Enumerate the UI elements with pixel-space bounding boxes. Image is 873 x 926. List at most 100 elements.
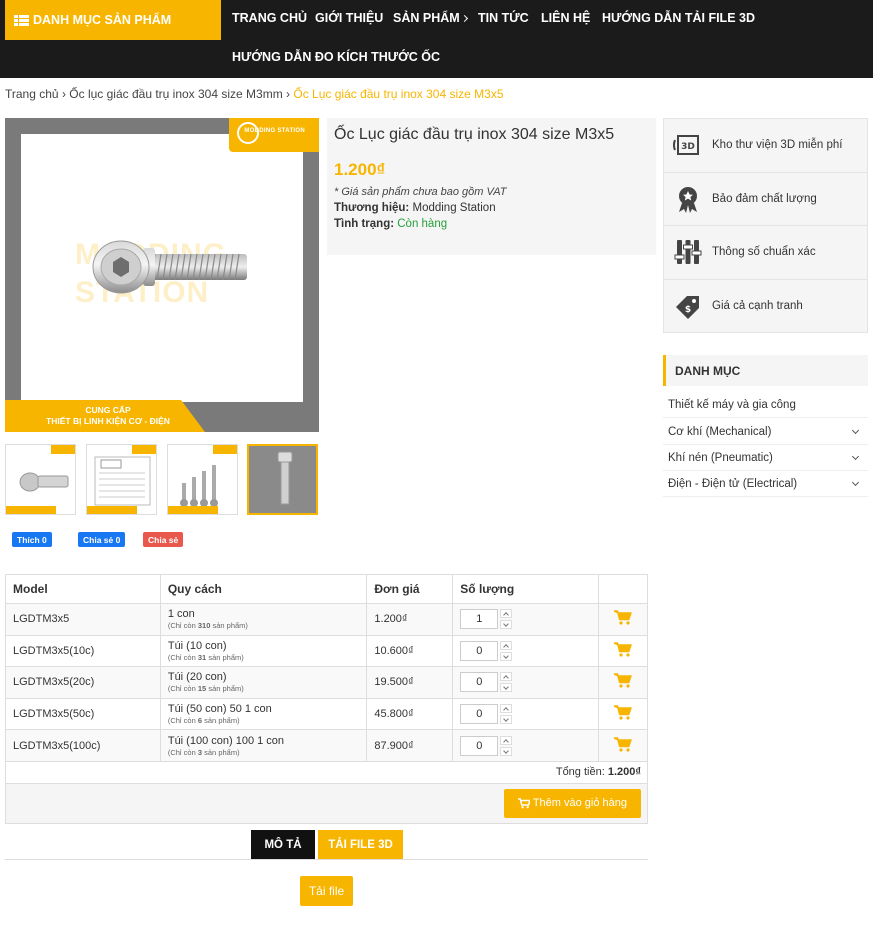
breadcrumb-current: Ốc Lục giác đầu trụ inox 304 size M3x5 [293, 87, 504, 101]
decrement-button[interactable] [500, 651, 513, 661]
product-info-panel: Ốc Lục giác đầu trụ inox 304 size M3x5 1… [327, 118, 656, 255]
quantity-stepper: 0 [460, 640, 598, 661]
category-item-label: Điện - Điện tử (Electrical) [668, 477, 798, 490]
chevron-down-icon[interactable] [851, 426, 860, 435]
top-navigation: DANH MỤC SẢN PHẨM TRANG CHỦ GIỚI THIỆU S… [0, 0, 873, 78]
stock-note: (Chỉ còn 15 sản phẩm) [168, 684, 367, 693]
plus-share-button[interactable]: Chia sẻ [143, 532, 184, 547]
nav-products[interactable]: SẢN PHẨM [393, 11, 468, 25]
status-label: Tình trạng: [334, 218, 395, 230]
3d-box-icon: 3D [673, 135, 699, 156]
caption-line: CUNG CẤP [85, 405, 131, 415]
product-title: Ốc Lục giác đầu trụ inox 304 size M3x5 [334, 126, 615, 143]
category-item[interactable]: Thiết kế máy và gia công [663, 392, 868, 418]
add-row-to-cart-button[interactable] [598, 697, 648, 731]
add-row-to-cart-button[interactable] [598, 603, 648, 636]
increment-button[interactable] [500, 609, 513, 619]
stock-count: 15 [197, 684, 207, 694]
screw-vertical-thumb [277, 451, 293, 505]
table-row: LGDTM3x5(20c) Túi (20 con) (Chỉ còn 15 sản… [5, 666, 648, 699]
stock-prefix: (Chỉ còn [167, 747, 196, 757]
tab-divider [5, 859, 648, 860]
nav-home[interactable]: TRANG CHỦ [232, 11, 307, 25]
product-main-image[interactable]: MODDING STATION MODDING STATION CUNG CẤP [5, 118, 319, 432]
total-row: Tổng tiền: 1.200₫ [5, 760, 648, 784]
thumbnail-1[interactable] [5, 444, 76, 515]
quantity-input[interactable]: 0 [460, 672, 499, 693]
stock-note: (Chỉ còn 3 sản phẩm) [168, 748, 367, 757]
quantity-input[interactable]: 0 [460, 640, 499, 661]
quantity-input[interactable]: 0 [460, 704, 499, 725]
add-row-to-cart-button[interactable] [598, 729, 648, 762]
facebook-like-button[interactable]: Thích 0 [12, 532, 52, 547]
spec-text: Túi (20 con) [167, 671, 227, 684]
nav-products-label: SẢN PHẨM [393, 11, 460, 25]
total-value: 1.200₫ [607, 766, 641, 779]
chevron-down-icon[interactable] [851, 452, 860, 461]
category-heading: DANH MỤC [663, 355, 868, 386]
feature-label: Kho thư viện 3D miễn phí [712, 139, 843, 152]
svg-text:3D: 3D [681, 142, 695, 152]
cart-icon [517, 798, 530, 809]
stock-suffix: sản phẩm) [208, 684, 244, 694]
stock-prefix: (Chỉ còn [167, 684, 196, 694]
increment-button[interactable] [500, 735, 513, 745]
add-row-to-cart-button[interactable] [598, 666, 648, 699]
quantity-cell: 0 [452, 634, 600, 668]
column-header: Đơn giá [366, 574, 454, 604]
increment-button[interactable] [500, 640, 513, 650]
add-row-to-cart-button[interactable] [598, 634, 648, 668]
thumbnail-2[interactable] [86, 444, 157, 515]
increment-button[interactable] [500, 672, 513, 682]
nav-measure-guide[interactable]: HƯỚNG DẪN ĐO KÍCH THƯỚC ỐC [232, 50, 440, 64]
breadcrumb-category[interactable]: Ốc lục giác đầu trụ inox 304 size M3mm [69, 87, 282, 101]
table-header-row: Model Quy cách Đơn giá Số lượng [5, 574, 648, 604]
thumb-corner [51, 445, 75, 454]
spec-cell: Túi (10 con) (Chỉ còn 31 sản phẩm) [159, 634, 368, 668]
nav-contact[interactable]: LIÊN HỆ [541, 11, 590, 25]
decrement-button[interactable] [500, 715, 513, 725]
breadcrumb-separator: › [286, 87, 291, 101]
quantity-input[interactable]: 1 [460, 609, 499, 630]
category-item-label: Khí nén (Pneumatic) [668, 451, 773, 464]
category-item[interactable]: Cơ khí (Mechanical) [663, 419, 868, 445]
nav-about[interactable]: GIỚI THIỆU [315, 11, 383, 25]
feature-label: Bảo đảm chất lượng [712, 192, 817, 205]
decrement-button[interactable] [500, 683, 513, 693]
quantity-input[interactable]: 0 [460, 735, 499, 756]
add-to-cart-button[interactable]: Thêm vào giỏ hàng [503, 788, 641, 818]
model-cell: LGDTM3x5(100c) [5, 729, 161, 762]
model-cell: LGDTM3x5 [5, 603, 161, 636]
status-value: Còn hàng [397, 218, 448, 230]
download-file-button[interactable]: Tải file [300, 876, 353, 906]
nav-news[interactable]: TIN TỨC [478, 11, 529, 25]
quality-badge-icon [679, 186, 697, 213]
chevron-down-icon[interactable] [851, 478, 860, 487]
decrement-button[interactable] [500, 620, 513, 630]
add-to-cart-label: Thêm vào giỏ hàng [532, 797, 627, 810]
cart-icon [613, 642, 632, 657]
category-menu-label: DANH MỤC SẢN PHẨM [33, 13, 172, 27]
stock-note: (Chỉ còn 310 sản phẩm) [168, 621, 367, 630]
thumb-band [87, 506, 137, 514]
nav-download-guide[interactable]: HƯỚNG DẪN TẢI FILE 3D [602, 11, 755, 25]
spec-sheet-thumb [94, 456, 151, 506]
decrement-button[interactable] [500, 746, 513, 756]
tab-download-3d[interactable]: TẢI FILE 3D [318, 830, 403, 860]
quantity-spinner [500, 640, 513, 661]
stock-prefix: (Chỉ còn [167, 716, 196, 726]
thumbnail-4[interactable] [247, 444, 318, 515]
thumb-corner [132, 445, 156, 454]
feature-label: Thông số chuẩn xác [712, 246, 816, 259]
quantity-cell: 0 [452, 666, 600, 699]
breadcrumb-home[interactable]: Trang chủ [5, 87, 59, 101]
tab-description[interactable]: MÔ TẢ [251, 830, 315, 860]
increment-button[interactable] [500, 704, 513, 714]
thumbnail-3[interactable] [167, 444, 238, 515]
facebook-share-button[interactable]: Chia sẻ 0 [78, 532, 126, 547]
category-menu-button[interactable]: DANH MỤC SẢN PHẨM [5, 0, 221, 40]
quantity-stepper: 0 [460, 672, 598, 693]
category-item[interactable]: Khí nén (Pneumatic) [663, 445, 868, 471]
product-price: 1.200₫ [334, 160, 386, 179]
category-item[interactable]: Điện - Điện tử (Electrical) [663, 471, 868, 497]
